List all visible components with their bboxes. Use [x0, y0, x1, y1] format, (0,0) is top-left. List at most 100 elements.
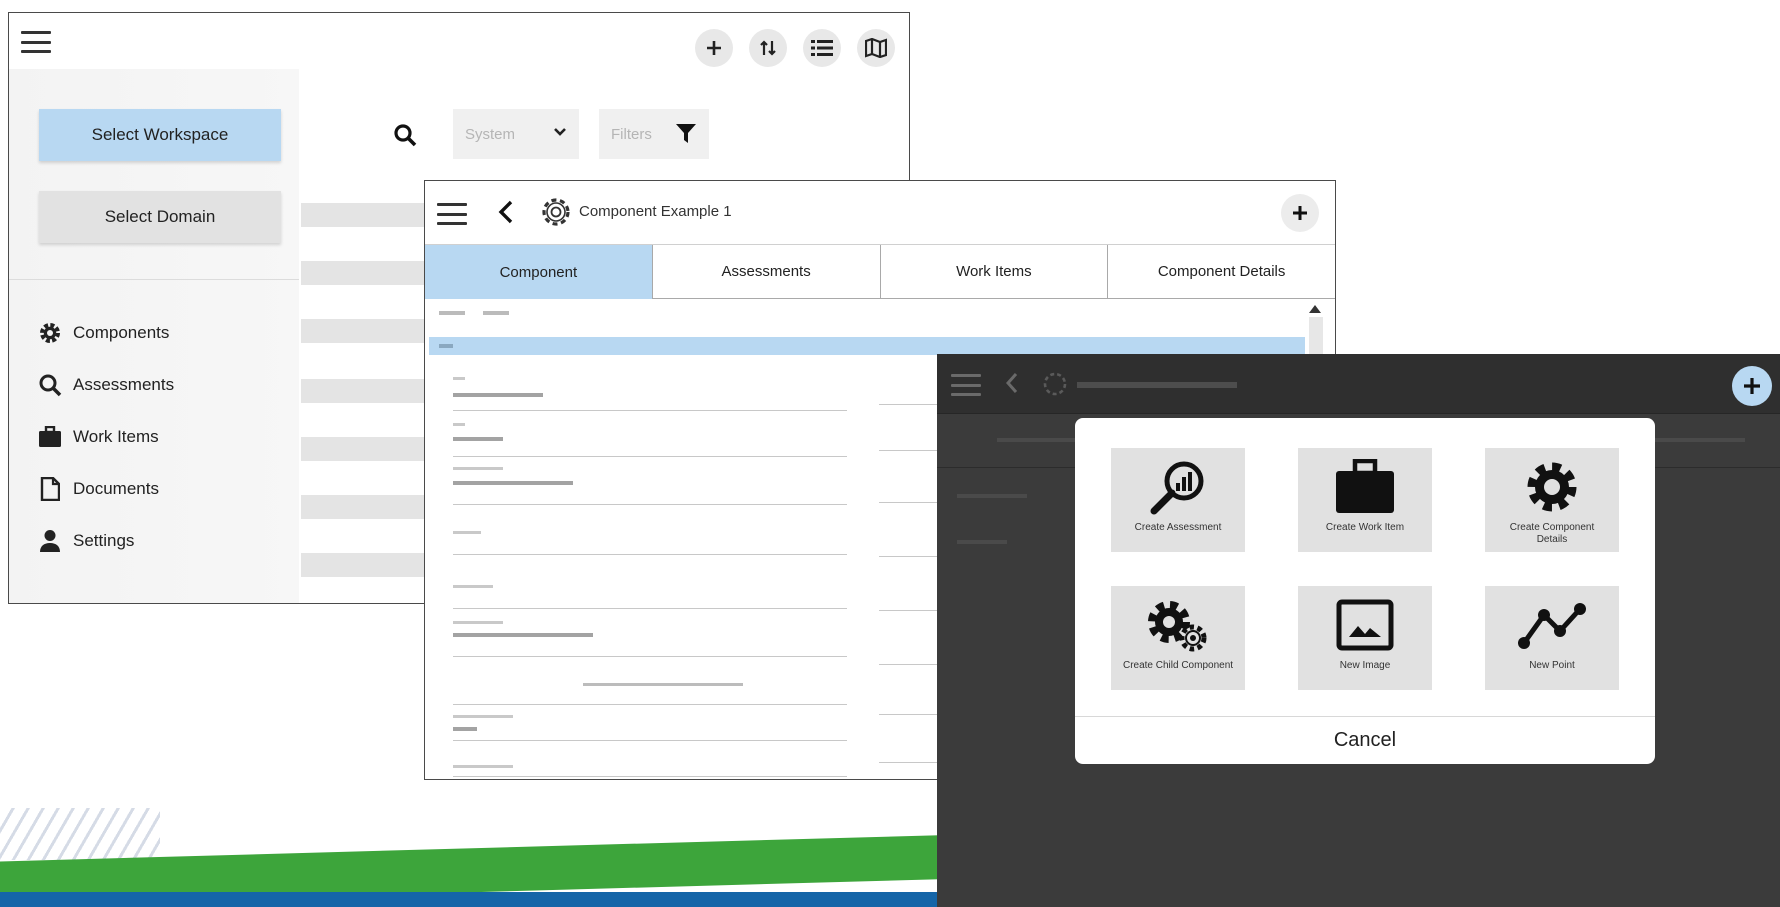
form-field[interactable] — [453, 565, 847, 609]
dimmed-header — [937, 354, 1780, 414]
system-select[interactable]: System — [453, 109, 579, 159]
map-icon[interactable] — [857, 29, 895, 67]
search-icon — [37, 372, 63, 398]
tile-label: Create Work Item — [1325, 522, 1405, 533]
search-icon[interactable] — [393, 123, 417, 152]
create-assessment-button[interactable]: Create Assessment — [1111, 448, 1245, 552]
dimmed-content — [1655, 438, 1745, 442]
create-work-item-button[interactable]: Create Work Item — [1298, 448, 1432, 552]
decorative-stripes — [0, 808, 160, 860]
component-tabs: Component Assessments Work Items Compone… — [425, 245, 1335, 299]
create-child-component-button[interactable]: Create Child Component — [1111, 586, 1245, 690]
gear-icon — [37, 320, 63, 346]
sidebar-item-label: Work Items — [73, 427, 159, 446]
list-item — [301, 319, 426, 343]
select-workspace-button[interactable]: Select Workspace — [39, 109, 281, 161]
gear-icon — [539, 195, 573, 234]
form-field[interactable] — [879, 459, 939, 503]
tab-component-details[interactable]: Component Details — [1108, 245, 1335, 299]
document-icon — [37, 476, 63, 502]
plus-icon — [1293, 206, 1307, 220]
sidebar-item-work-items[interactable]: Work Items — [37, 411, 174, 463]
tile-label: Create Child Component — [1122, 660, 1234, 671]
person-icon — [37, 528, 63, 554]
cancel-button[interactable]: Cancel — [1075, 717, 1655, 764]
child-gears-icon — [1143, 596, 1213, 654]
tile-label: New Point — [1529, 660, 1575, 671]
list-item — [301, 437, 426, 461]
sidebar-item-assessments[interactable]: Assessments — [37, 359, 174, 411]
form-field[interactable] — [453, 617, 847, 657]
list-item — [301, 203, 426, 227]
list-item — [301, 261, 426, 285]
back-arrow-icon[interactable] — [497, 199, 515, 230]
image-icon — [1336, 596, 1394, 654]
page-title: Component Example 1 — [579, 203, 732, 220]
section-header — [429, 337, 1305, 355]
chevron-down-icon — [554, 128, 566, 136]
add-button[interactable] — [1732, 366, 1772, 406]
sidebar-item-label: Documents — [73, 479, 159, 498]
dimmed-content — [957, 540, 1007, 544]
briefcase-icon — [1334, 458, 1396, 516]
tab-component[interactable]: Component — [425, 245, 653, 299]
system-select-placeholder: System — [465, 125, 516, 143]
form-field[interactable] — [879, 411, 939, 451]
hamburger-menu-icon[interactable] — [21, 31, 51, 53]
stage: Select Workspace Select Domain Component… — [0, 0, 1780, 907]
filters-label: Filters — [611, 125, 652, 143]
form-field[interactable] — [453, 515, 847, 555]
plus-icon — [1744, 378, 1760, 394]
sidebar-item-components[interactable]: Components — [37, 307, 174, 359]
back-arrow-icon — [1005, 372, 1019, 399]
sidebar-divider — [9, 279, 299, 280]
component-header: Component Example 1 — [425, 181, 1335, 245]
gear-icon — [1041, 370, 1069, 403]
gear-icon — [1523, 458, 1581, 516]
form-field[interactable] — [453, 463, 847, 505]
list-item — [301, 379, 426, 403]
form-field[interactable] — [879, 723, 939, 763]
form-field[interactable] — [453, 419, 847, 457]
form-field[interactable] — [879, 567, 939, 611]
list-item — [301, 553, 426, 577]
sub-tabs — [439, 311, 509, 315]
tile-label: New Image — [1339, 660, 1391, 671]
workspace-sidebar: Select Workspace Select Domain Component… — [9, 69, 299, 603]
create-menu-grid: Create Assessment Create Work Item Creat… — [1111, 448, 1619, 690]
sidebar-item-label: Assessments — [73, 375, 175, 394]
form-field[interactable] — [879, 621, 939, 665]
form-field[interactable] — [453, 711, 847, 741]
form-field[interactable] — [453, 753, 847, 777]
list-item — [301, 495, 426, 519]
form-field[interactable] — [879, 675, 939, 715]
sidebar-item-documents[interactable]: Documents — [37, 463, 174, 515]
plus-icon[interactable] — [695, 29, 733, 67]
tile-label: Create Assessment — [1134, 522, 1222, 533]
add-button[interactable] — [1281, 194, 1319, 232]
workspace-toolbar — [9, 13, 909, 69]
tile-label: Create Component Details — [1509, 522, 1595, 545]
form-field[interactable] — [879, 375, 939, 405]
form-field[interactable] — [879, 513, 939, 557]
new-point-button[interactable]: New Point — [1485, 586, 1619, 690]
create-component-details-button[interactable]: Create Component Details — [1485, 448, 1619, 552]
sort-icon[interactable] — [749, 29, 787, 67]
filter-icon — [676, 124, 696, 143]
new-image-button[interactable]: New Image — [1298, 586, 1432, 690]
line-point-icon — [1516, 596, 1588, 654]
dimmed-title — [1077, 382, 1237, 388]
sidebar-item-label: Settings — [73, 531, 135, 550]
tab-assessments[interactable]: Assessments — [652, 245, 881, 299]
select-domain-button[interactable]: Select Domain — [39, 191, 281, 243]
list-icon[interactable] — [803, 29, 841, 67]
form-field[interactable] — [453, 371, 847, 411]
tab-work-items[interactable]: Work Items — [880, 245, 1109, 299]
filters-button[interactable]: Filters — [599, 109, 709, 159]
dimmed-content — [957, 494, 1027, 498]
hamburger-menu-icon[interactable] — [437, 203, 467, 225]
sidebar-item-settings[interactable]: Settings — [37, 515, 174, 567]
hamburger-menu-icon — [951, 374, 981, 396]
assessment-icon — [1148, 458, 1208, 516]
form-field[interactable] — [453, 665, 847, 705]
